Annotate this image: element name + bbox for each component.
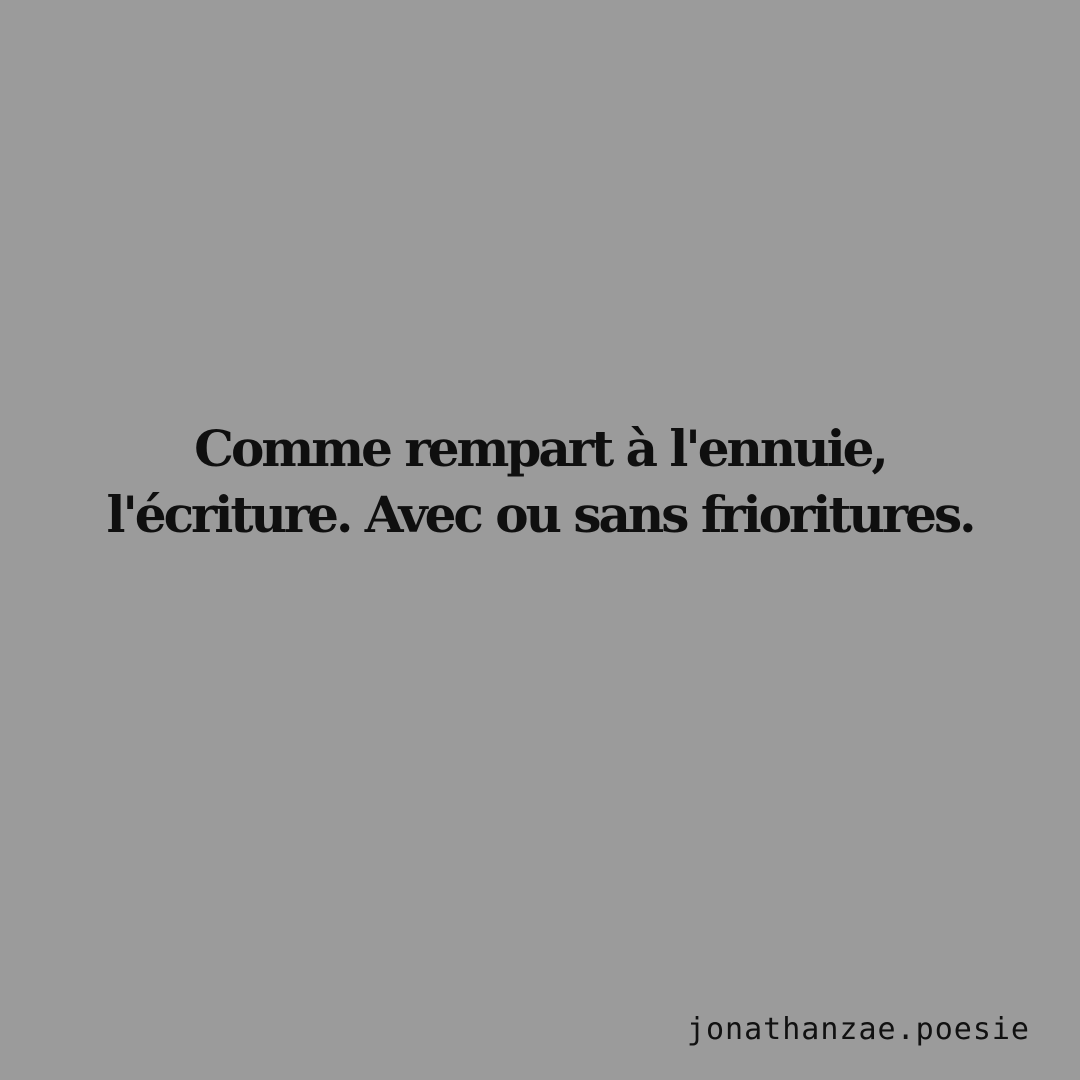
quote-line-2: l'écriture. Avec ou sans frioritures. bbox=[106, 485, 976, 544]
quote-line-1: Comme rempart à l'ennuie, bbox=[194, 419, 889, 478]
quote-text: Comme rempart à l'ennuie, l'écriture. Av… bbox=[0, 416, 1080, 548]
author-signature: jonathanzae.poesie bbox=[686, 1012, 1030, 1047]
